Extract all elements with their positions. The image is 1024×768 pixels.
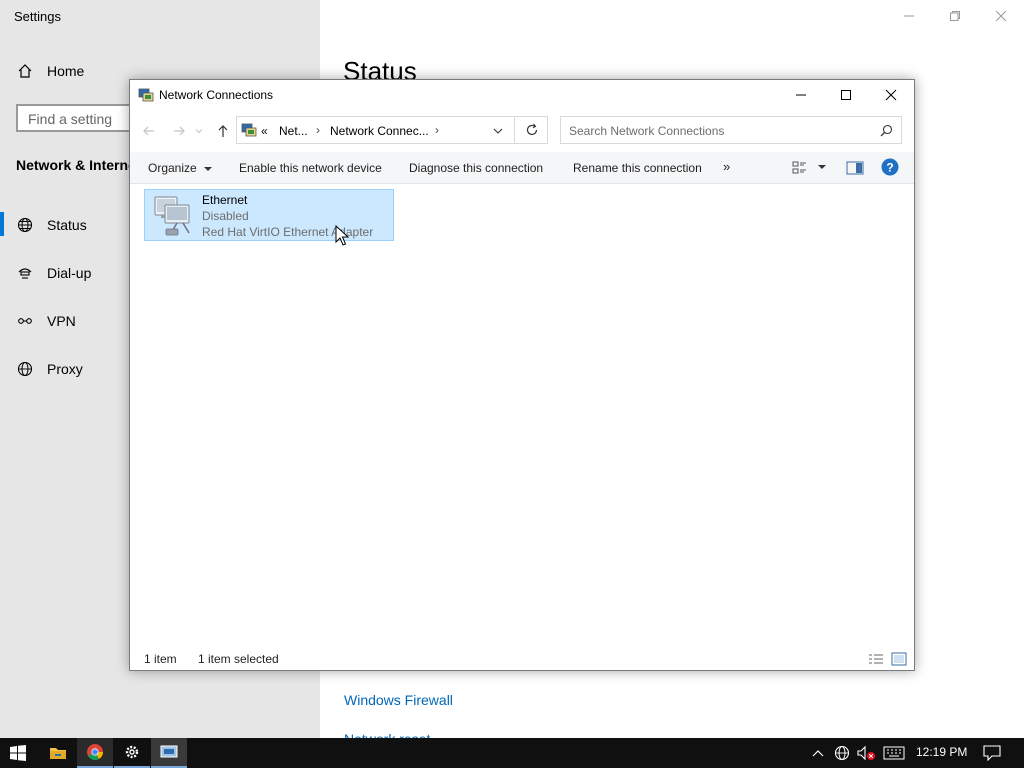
file-explorer-taskbar-button[interactable] <box>40 738 76 768</box>
search-placeholder: Search Network Connections <box>569 124 725 138</box>
status-bar: 1 item 1 item selected <box>130 650 914 670</box>
close-button[interactable] <box>868 80 914 110</box>
network-reset-link[interactable]: Network reset <box>344 731 430 738</box>
refresh-button[interactable] <box>514 116 549 144</box>
settings-app-title: Settings <box>14 9 61 24</box>
forward-button[interactable] <box>170 122 188 140</box>
item-count: 1 item <box>144 652 177 666</box>
connection-state: Disabled <box>202 209 249 223</box>
settings-taskbar-button[interactable] <box>114 738 150 768</box>
action-center-icon[interactable] <box>980 738 1004 768</box>
taskbar: 12:19 PM <box>0 738 1024 768</box>
settings-minimize-button[interactable] <box>898 8 920 24</box>
dropdown-arrow-icon <box>204 166 213 171</box>
preview-pane-icon[interactable] <box>846 160 864 176</box>
connections-list: Ethernet Disabled Red Hat VirtIO Etherne… <box>130 184 914 644</box>
network-connections-icon <box>138 87 154 103</box>
command-bar: Organize Enable this network device Diag… <box>130 152 914 184</box>
search-icon <box>880 124 893 137</box>
active-indicator <box>0 212 4 236</box>
diagnose-connection-button[interactable]: Diagnose this connection <box>409 161 543 175</box>
control-panel-icon <box>241 122 257 138</box>
back-button[interactable] <box>140 122 158 140</box>
file-explorer-icon <box>50 748 66 759</box>
sidebar-item-proxy[interactable]: Proxy <box>16 360 83 378</box>
breadcrumb-overflow[interactable]: « <box>261 124 268 138</box>
home-icon <box>16 62 34 80</box>
up-button[interactable] <box>214 122 232 140</box>
section-title: Network & Interne <box>16 157 136 173</box>
network-connections-taskbar-button[interactable] <box>151 738 187 768</box>
sidebar-item-status[interactable]: Status <box>16 216 87 234</box>
sidebar-item-label: Status <box>47 217 87 233</box>
help-icon[interactable]: ? <box>881 158 899 176</box>
address-bar[interactable]: « Net... › Network Connec... › <box>236 116 548 144</box>
change-view-icon[interactable] <box>792 160 808 176</box>
dialup-icon <box>16 264 34 282</box>
volume-muted-icon[interactable] <box>855 738 877 768</box>
settings-gear-icon <box>125 745 139 759</box>
network-connections-window: Network Connections « Net... › Network C… <box>129 79 915 671</box>
address-row: « Net... › Network Connec... › Search Ne… <box>130 114 914 148</box>
window-title: Network Connections <box>159 88 274 102</box>
breadcrumb-network-connections[interactable]: Network Connec... <box>330 124 429 138</box>
breadcrumb-separator: › <box>316 123 320 137</box>
start-icon <box>10 745 26 761</box>
sidebar-item-label: VPN <box>47 313 76 329</box>
maximize-button[interactable] <box>823 80 869 110</box>
globe-status-icon <box>16 216 34 234</box>
windows-firewall-link[interactable]: Windows Firewall <box>344 692 453 708</box>
start-button[interactable] <box>0 738 36 768</box>
settings-close-button[interactable] <box>990 8 1012 24</box>
mouse-cursor-icon <box>335 225 349 247</box>
breadcrumb-network[interactable]: Net... <box>279 124 308 138</box>
sidebar-item-vpn[interactable]: VPN <box>16 312 76 330</box>
search-input[interactable]: Search Network Connections <box>560 116 902 144</box>
breadcrumb-separator: › <box>435 123 439 137</box>
recent-locations-chevron-icon[interactable] <box>194 122 204 140</box>
organize-menu[interactable]: Organize <box>148 161 213 175</box>
connection-name: Ethernet <box>202 193 248 207</box>
network-connections-icon <box>160 745 178 758</box>
show-hidden-icons-chevron-icon[interactable] <box>810 738 826 768</box>
large-icons-view-icon[interactable] <box>891 652 907 666</box>
vpn-icon <box>16 312 34 330</box>
more-commands-button[interactable]: » <box>723 159 730 174</box>
enable-device-button[interactable]: Enable this network device <box>239 161 382 175</box>
home-nav-item[interactable]: Home <box>16 62 84 80</box>
sidebar-item-label: Dial-up <box>47 265 92 281</box>
home-label: Home <box>47 63 85 79</box>
details-view-icon[interactable] <box>868 652 884 666</box>
organize-label: Organize <box>148 161 197 175</box>
list-item[interactable]: Ethernet Disabled Red Hat VirtIO Etherne… <box>144 189 394 241</box>
settings-restore-button[interactable] <box>944 8 966 24</box>
globe-icon <box>16 360 34 378</box>
window-titlebar[interactable]: Network Connections <box>130 80 914 110</box>
chrome-icon <box>87 744 103 760</box>
sidebar-item-dialup[interactable]: Dial-up <box>16 264 91 282</box>
minimize-button[interactable] <box>778 80 824 110</box>
selection-count: 1 item selected <box>198 652 279 666</box>
view-dropdown-arrow-icon[interactable] <box>818 164 826 170</box>
chrome-taskbar-button[interactable] <box>77 738 113 768</box>
touch-keyboard-icon[interactable] <box>881 738 907 768</box>
network-tray-globe-icon[interactable] <box>832 738 852 768</box>
svg-text:?: ? <box>886 161 893 175</box>
sidebar-item-label: Proxy <box>47 361 83 377</box>
clock[interactable]: 12:19 PM <box>916 745 967 759</box>
address-dropdown-chevron-icon[interactable] <box>493 127 503 135</box>
ethernet-adapter-icon <box>149 193 197 237</box>
rename-connection-button[interactable]: Rename this connection <box>573 161 702 175</box>
